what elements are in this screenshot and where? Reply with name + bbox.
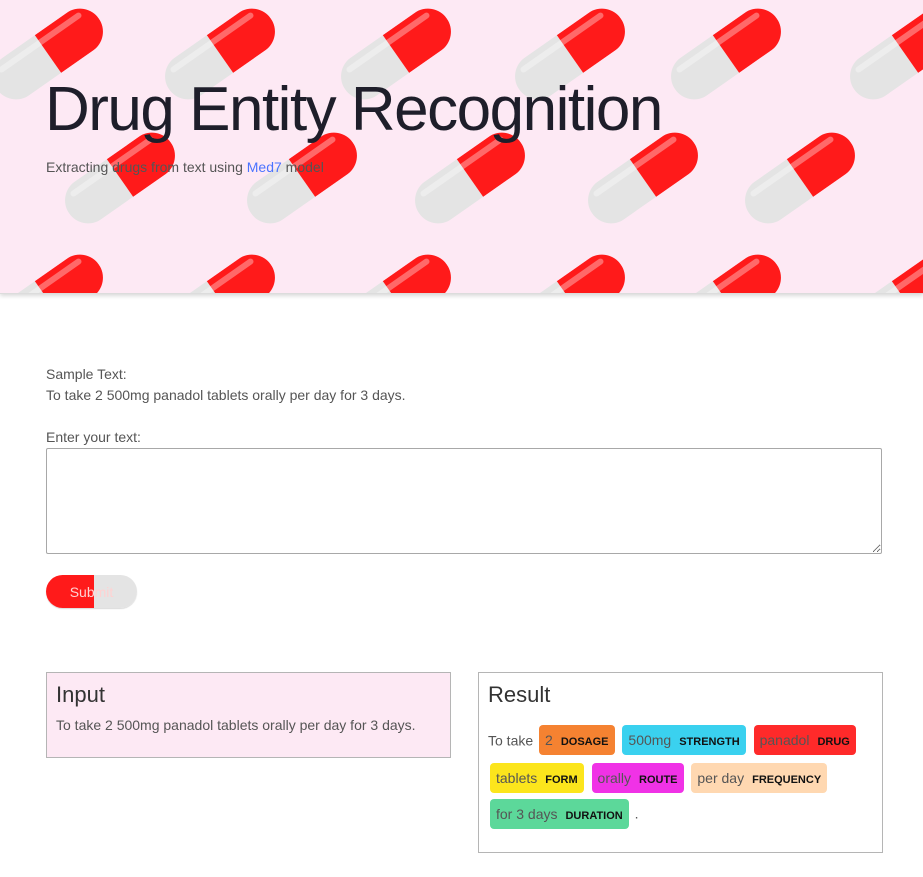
entity-text: orally	[597, 769, 631, 786]
hero-banner: Drug Entity Recognition Extracting drugs…	[0, 0, 923, 294]
entity-label: FREQUENCY	[752, 773, 822, 786]
entity-label: DRUG	[817, 736, 850, 749]
entity-text: panadol	[759, 732, 810, 749]
text-input-label: Enter your text:	[46, 429, 141, 445]
entity-duration: for 3 days DURATION	[490, 798, 629, 829]
input-panel: Input To take 2 500mg panadol tablets or…	[46, 672, 451, 758]
result-panel: Result To take 2 DOSAGE 500mg STRENGTH pan…	[478, 672, 883, 853]
result-panel-title: Result	[488, 682, 551, 707]
entity-label: STRENGTH	[679, 736, 740, 749]
sample-text: To take 2 500mg panadol tablets orally p…	[46, 387, 406, 403]
entity-drug: panadol DRUG	[753, 725, 856, 756]
capsule-icon	[736, 123, 864, 233]
capsule-icon	[841, 0, 923, 109]
entity-text: for 3 days	[496, 805, 558, 822]
entity-label: DOSAGE	[560, 736, 609, 749]
entity-form: tablets FORM	[490, 762, 584, 793]
capsule-icon	[156, 245, 284, 293]
input-panel-title: Input	[56, 682, 105, 707]
entity-text: per day	[697, 769, 745, 786]
sample-text-label: Sample Text:	[46, 366, 127, 382]
entity-label: FORM	[545, 773, 578, 786]
med7-link[interactable]: Med7	[247, 159, 282, 175]
result-trailing-text: .	[630, 805, 639, 822]
capsule-icon	[332, 245, 460, 293]
entity-text: tablets	[496, 769, 538, 786]
capsule-icon	[506, 245, 634, 293]
capsule-icon	[841, 245, 923, 293]
result-body: To take 2 DOSAGE 500mg STRENGTH panadol DRU…	[488, 721, 858, 832]
subtitle-tail: model	[281, 159, 324, 175]
capsule-pattern	[0, 0, 923, 293]
text-input[interactable]	[46, 448, 882, 554]
capsule-icon	[662, 245, 790, 293]
submit-button[interactable]: Submit	[46, 575, 137, 608]
entity-frequency: per day FREQUENCY	[691, 762, 828, 793]
page-title: Drug Entity Recognition	[45, 75, 663, 144]
subtitle-text: Extracting drugs from text using	[46, 159, 247, 175]
input-panel-text: To take 2 500mg panadol tablets orally p…	[56, 717, 416, 733]
entity-text: 2	[545, 732, 553, 749]
capsule-icon	[662, 0, 790, 109]
entity-label: ROUTE	[639, 773, 678, 786]
entity-text: 500mg	[628, 732, 672, 749]
capsule-icon	[0, 245, 112, 293]
result-lead-text: To take	[488, 732, 534, 749]
entity-strength: 500mg STRENGTH	[622, 725, 746, 756]
entity-dosage: 2 DOSAGE	[539, 725, 615, 756]
entity-label: DURATION	[565, 809, 623, 822]
page-subtitle: Extracting drugs from text using Med7 mo…	[46, 159, 324, 175]
entity-route: orally ROUTE	[591, 762, 684, 793]
